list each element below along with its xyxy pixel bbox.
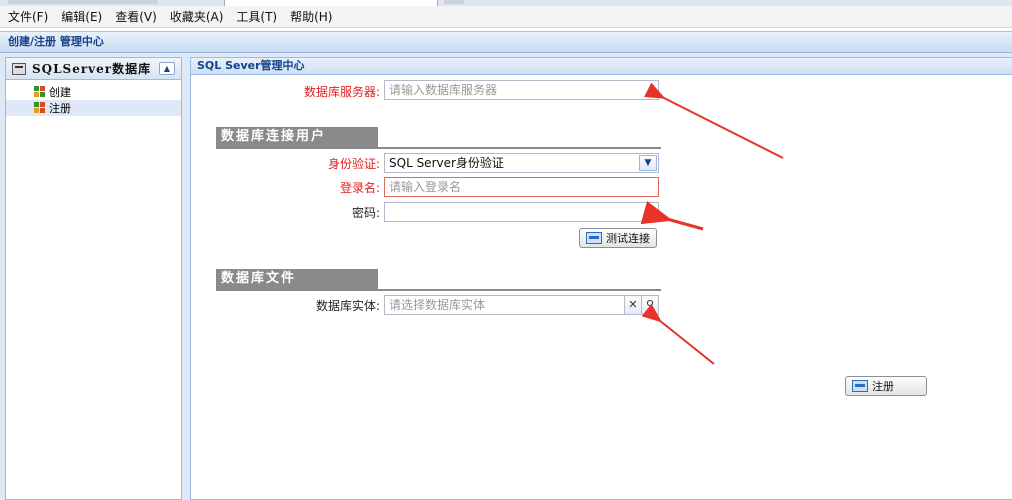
arrow-entity — [641, 303, 715, 365]
annotation-arrows — [640, 82, 784, 365]
arrow-server — [644, 82, 784, 159]
arrow-password — [640, 201, 704, 231]
